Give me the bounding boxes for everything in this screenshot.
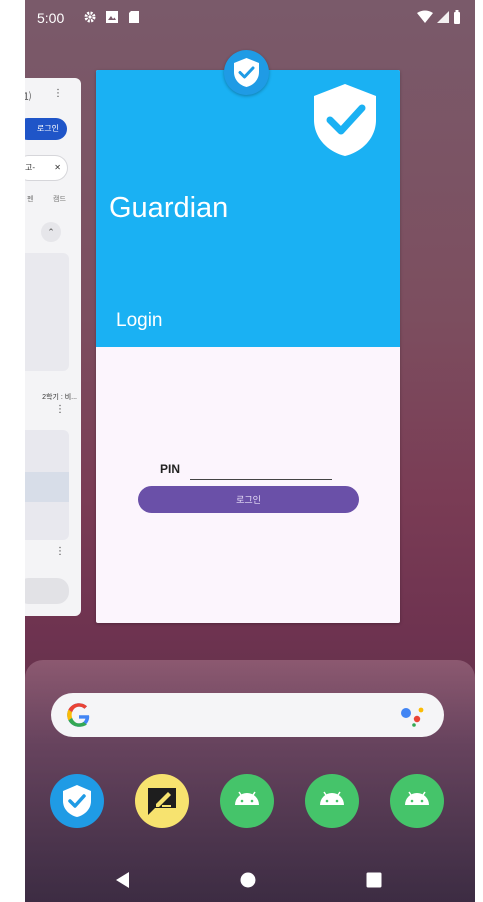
android-app-icon[interactable]: [390, 774, 444, 828]
guardian-app-card[interactable]: Guardian Login PIN 로그인: [96, 70, 400, 623]
app-header: Guardian Login: [96, 70, 400, 347]
previous-search-chip: 고- ✕: [25, 156, 67, 180]
chip-label: 고-: [25, 163, 36, 172]
previous-content-panel: [25, 253, 69, 371]
shield-check-icon: [234, 58, 259, 87]
previous-tab-2: 캠드: [53, 196, 66, 203]
home-button[interactable]: [239, 870, 257, 890]
android-icon: [405, 791, 429, 805]
android-icon: [320, 791, 344, 805]
notes-app-icon[interactable]: [135, 774, 189, 828]
status-time: 5:00: [37, 10, 65, 26]
dock-app-row: [25, 774, 475, 830]
home-screen: 5:00 ⑴ ⋮ 로그인 고- ✕ 펜 캠드 ⌃ 2학기: 비... ⋮ ⋮ …: [25, 0, 475, 902]
guardian-app-icon[interactable]: [50, 774, 104, 828]
tab-count-icon: ⑴: [25, 92, 31, 103]
status-bar: 5:00: [25, 0, 475, 38]
signal-icon: [437, 11, 449, 23]
more-menu-icon: ⋮: [53, 88, 63, 99]
login-heading: Login: [116, 310, 163, 331]
more-menu-icon: ⋮: [55, 404, 65, 415]
status-right-icons: [417, 10, 461, 24]
previous-content-panel-2: [25, 430, 69, 540]
gear-icon: [84, 11, 96, 23]
sd-card-icon: [129, 11, 139, 23]
google-search-bar[interactable]: [51, 693, 444, 737]
photo-icon: [106, 11, 118, 23]
previous-login-button: 로그인: [25, 118, 67, 140]
pin-input[interactable]: [190, 461, 332, 480]
pin-label: PIN: [160, 462, 181, 476]
android-app-icon[interactable]: [305, 774, 359, 828]
android-icon: [235, 791, 259, 805]
recents-button[interactable]: [365, 870, 383, 890]
previous-caption: 2학기 : 비...: [42, 394, 77, 401]
previous-tab-1: 펜: [27, 196, 34, 203]
google-logo-icon: [67, 703, 90, 727]
shield-check-icon: [63, 785, 91, 817]
previous-bottom-bar: [25, 578, 69, 604]
shield-check-icon: [314, 84, 376, 156]
more-menu-icon: ⋮: [55, 546, 65, 557]
app-title: Guardian: [109, 192, 229, 224]
navigation-bar: [25, 858, 475, 902]
android-app-icon[interactable]: [220, 774, 274, 828]
battery-icon: [454, 10, 460, 24]
guardian-app-badge[interactable]: [224, 50, 269, 95]
google-assistant-icon[interactable]: [400, 705, 426, 727]
pin-row: PIN: [160, 461, 340, 481]
close-icon: ✕: [54, 163, 61, 172]
previous-image-strip: [25, 472, 69, 502]
previous-app-card[interactable]: ⑴ ⋮ 로그인 고- ✕ 펜 캠드 ⌃ 2학기 : 비... ⋮ ⋮: [25, 78, 81, 616]
back-button[interactable]: [113, 870, 131, 890]
wifi-icon: [417, 10, 433, 23]
login-button[interactable]: 로그인: [138, 486, 359, 513]
chevron-up-icon: ⌃: [41, 222, 61, 242]
message-edit-icon: [148, 788, 176, 815]
